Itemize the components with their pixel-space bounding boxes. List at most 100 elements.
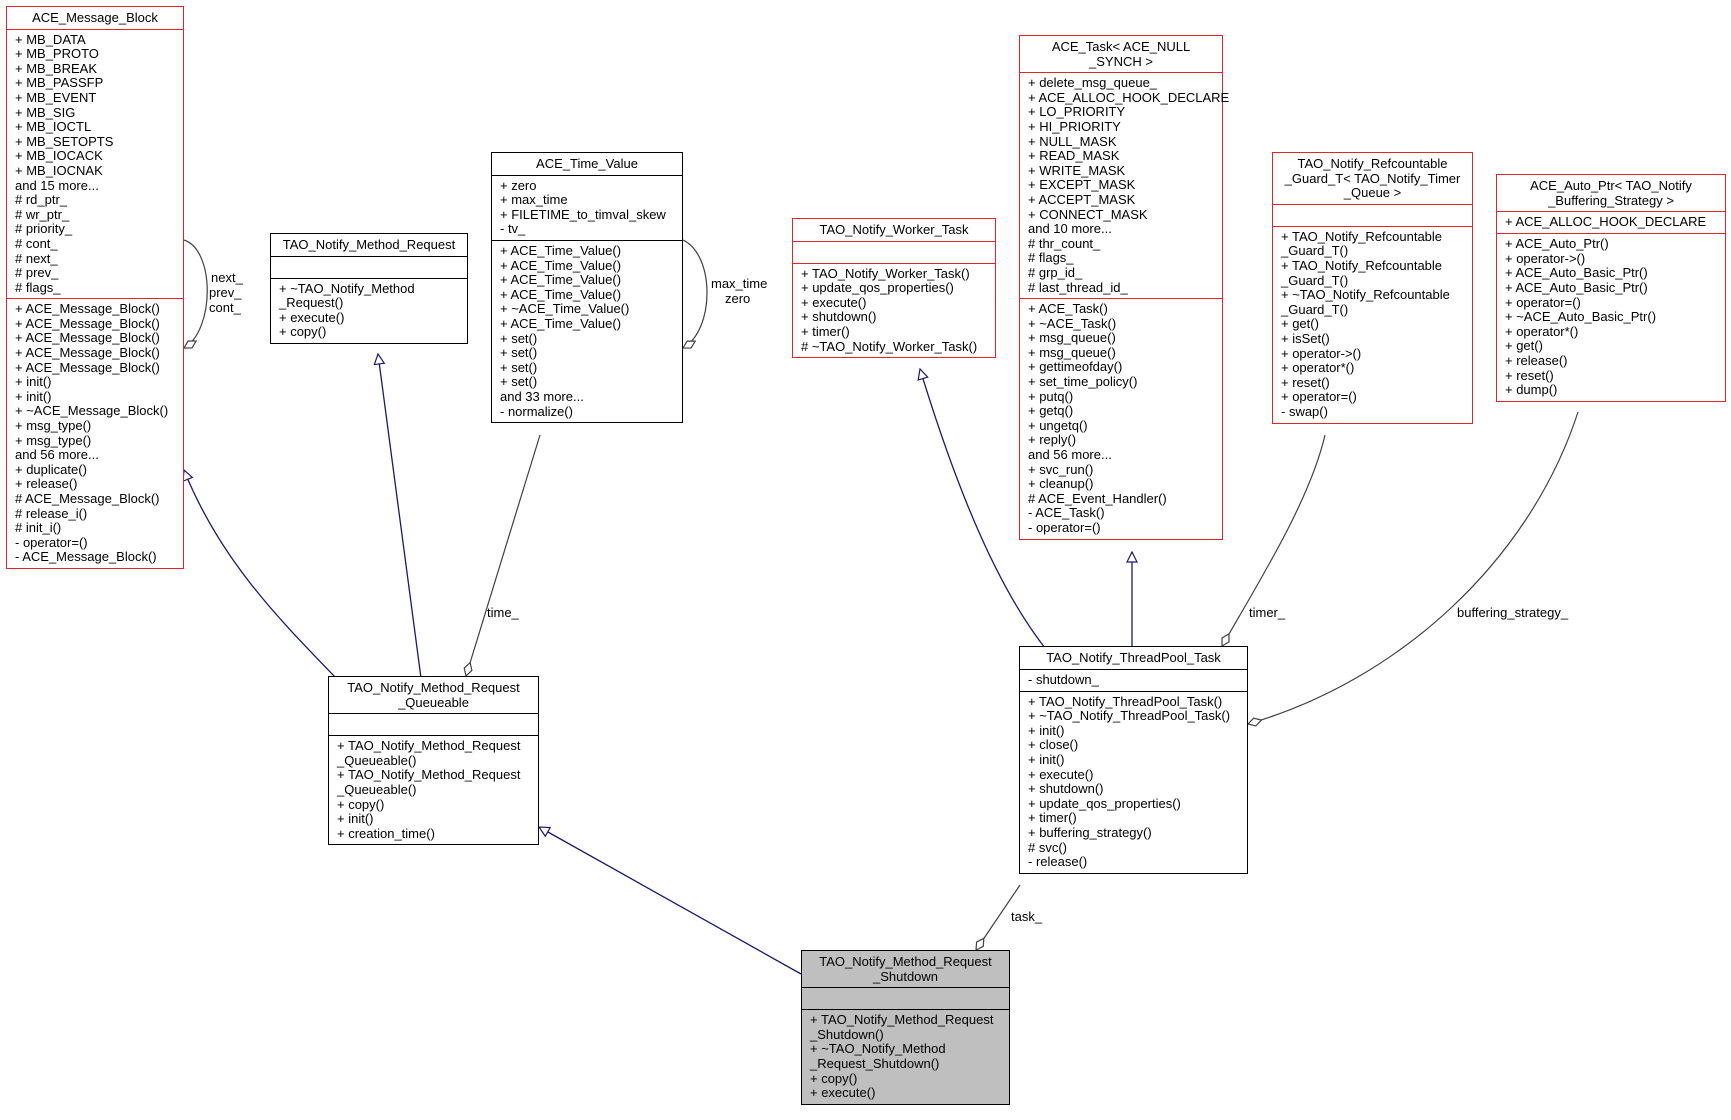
method-item: + ~ACE_Time_Value() bbox=[500, 301, 630, 317]
edge-label-task: task_ bbox=[1011, 909, 1043, 924]
class-tao-notify-worker-task[interactable]: TAO_Notify_Worker_Task + TAO_Notify_Worke… bbox=[792, 218, 996, 359]
class-attributes bbox=[802, 987, 1009, 1009]
method-item: + set() bbox=[500, 330, 538, 346]
attribute-item: + MB_BREAK bbox=[15, 60, 98, 76]
attribute-item: + MB_EVENT bbox=[15, 89, 97, 105]
method-item: # release_i() bbox=[15, 505, 88, 521]
method-item: + svc_run() bbox=[1028, 461, 1094, 477]
inherit-edge-shutdown-to-queueable bbox=[539, 827, 802, 975]
class-tao-notify-threadpool-task[interactable]: TAO_Notify_ThreadPool_Task - shutdown_ + T… bbox=[1019, 646, 1248, 874]
method-item: - normalize() bbox=[500, 403, 573, 419]
method-item: + TAO_Notify_Refcountable _Guard_T() bbox=[1281, 228, 1443, 259]
class-methods: + TAO_Notify_Worker_Task() + update_qos_p… bbox=[793, 262, 995, 358]
inherit-edge-queueable-to-message-block bbox=[184, 470, 337, 679]
attribute-item: + LO_PRIORITY bbox=[1028, 104, 1126, 120]
class-tao-notify-refcountable-guard[interactable]: TAO_Notify_Refcountable _Guard_T< TAO_No… bbox=[1272, 152, 1473, 424]
inherit-edge-queueable-to-method-request bbox=[378, 354, 422, 679]
method-item: + ~TAO_Notify_Method _Request_Shutdown() bbox=[810, 1041, 946, 1071]
class-methods: + ACE_Task() + ~ACE_Task() + msg_queue() + … bbox=[1020, 298, 1222, 539]
method-item: + init() bbox=[15, 374, 52, 390]
method-item: + ACE_Message_Block() bbox=[15, 301, 160, 317]
attribute-item: + MB_IOCNAK bbox=[15, 162, 103, 178]
attribute-item: + READ_MASK bbox=[1028, 148, 1120, 164]
method-item: + ACE_Message_Block() bbox=[15, 315, 160, 331]
class-attributes: + MB_DATA + MB_PROTO + MB_BREAK + MB_PASSFP… bbox=[7, 28, 183, 299]
class-ace-time-value[interactable]: ACE_Time_Value + zero + max_time + FILETIME… bbox=[491, 152, 683, 424]
method-item: + operator=() bbox=[1281, 389, 1357, 405]
method-item: + copy() bbox=[279, 324, 327, 340]
usage-edge-time bbox=[466, 434, 541, 676]
method-item: - operator=() bbox=[15, 534, 88, 550]
class-tao-notify-method-request-shutdown[interactable]: TAO_Notify_Method_Request _Shutdown + TAO… bbox=[801, 950, 1010, 1105]
method-item: + shutdown() bbox=[1028, 781, 1104, 797]
method-item: - ACE_Task() bbox=[1028, 505, 1105, 521]
method-item: - release() bbox=[1028, 854, 1088, 870]
class-tao-notify-method-request[interactable]: TAO_Notify_Method_Request + ~TAO_Notify_M… bbox=[270, 233, 468, 344]
usage-edge-buffering-strategy bbox=[1248, 411, 1579, 724]
edge-label-self-time-value: max_time zero bbox=[711, 276, 771, 306]
class-attributes bbox=[329, 713, 538, 735]
attribute-item: - shutdown_ bbox=[1028, 671, 1099, 687]
attribute-item: + WRITE_MASK bbox=[1028, 162, 1126, 178]
method-item: # svc() bbox=[1028, 839, 1067, 855]
method-item: + update_qos_properties() bbox=[1028, 795, 1181, 811]
method-item: + release() bbox=[15, 476, 78, 492]
class-title: ACE_Auto_Ptr< TAO_Notify _Buffering_Stra… bbox=[1530, 178, 1692, 208]
method-item: + set_time_policy() bbox=[1028, 374, 1138, 390]
method-item: + ~ACE_Task() bbox=[1028, 315, 1117, 331]
method-item: + ACE_Time_Value() bbox=[500, 286, 622, 302]
attribute-item: + MB_DATA bbox=[15, 31, 86, 47]
method-item: + dump() bbox=[1505, 382, 1558, 398]
attribute-item: + MB_PROTO bbox=[15, 46, 99, 62]
class-attributes: + zero + max_time + FILETIME_to_timval_ske… bbox=[492, 174, 682, 240]
edge-label-line: next_ bbox=[211, 270, 244, 285]
method-item: + TAO_Notify_ThreadPool_Task() bbox=[1028, 693, 1223, 709]
class-methods: + TAO_Notify_ThreadPool_Task() + ~TAO_Not… bbox=[1020, 690, 1247, 873]
class-attributes bbox=[1273, 203, 1472, 226]
method-item: and 56 more... bbox=[15, 447, 99, 463]
method-item: + ACE_Message_Block() bbox=[15, 345, 160, 361]
class-tao-notify-method-request-queueable[interactable]: TAO_Notify_Method_Request _Queueable + TA… bbox=[328, 676, 539, 846]
attribute-item: + CONNECT_MASK bbox=[1028, 206, 1148, 222]
method-item: # ~TAO_Notify_Worker_Task() bbox=[801, 338, 978, 354]
attribute-item: # cont_ bbox=[15, 235, 58, 251]
class-title: ACE_Time_Value bbox=[536, 156, 638, 171]
class-ace-auto-ptr[interactable]: ACE_Auto_Ptr< TAO_Notify _Buffering_Stra… bbox=[1496, 174, 1726, 402]
attribute-item: + MB_SETOPTS bbox=[15, 133, 114, 149]
method-item: + reply() bbox=[1028, 432, 1077, 448]
edge-label-line: zero bbox=[725, 291, 750, 306]
edge-label-self-message-block: next_ prev_ cont_ bbox=[209, 270, 246, 315]
attribute-item: # flags_ bbox=[15, 279, 61, 295]
method-item: + msg_type() bbox=[15, 418, 92, 434]
method-item: + operator=() bbox=[1505, 294, 1581, 310]
attribute-item: + MB_SIG bbox=[15, 104, 76, 120]
attribute-item: # next_ bbox=[15, 250, 58, 266]
class-title: ACE_Message_Block bbox=[32, 10, 158, 25]
method-item: + operator->() bbox=[1505, 250, 1586, 266]
edge-label-line: prev_ bbox=[209, 285, 242, 300]
method-item: + execute() bbox=[1028, 766, 1094, 782]
class-attributes: - shutdown_ bbox=[1020, 668, 1247, 691]
method-item: + ACE_Auto_Basic_Ptr() bbox=[1505, 279, 1648, 295]
method-item: + execute() bbox=[801, 294, 867, 310]
class-methods: + ACE_Message_Block() + ACE_Message_Block… bbox=[7, 298, 183, 568]
method-item: + gettimeofday() bbox=[1028, 359, 1123, 375]
method-item: + ~TAO_Notify_Method _Request() bbox=[279, 280, 415, 311]
class-ace-message-block[interactable]: ACE_Message_Block + MB_DATA + MB_PROTO + MB… bbox=[6, 6, 184, 569]
attribute-item: + MB_IOCACK bbox=[15, 148, 103, 164]
attribute-item: + ACE_ALLOC_HOOK_DECLARE bbox=[1028, 89, 1230, 105]
method-item: + operator->() bbox=[1281, 345, 1362, 361]
method-item: + init() bbox=[337, 811, 374, 827]
method-item: + ~ACE_Message_Block() bbox=[15, 403, 169, 419]
method-item: + copy() bbox=[810, 1070, 858, 1086]
class-title: TAO_Notify_Method_Request bbox=[282, 237, 456, 252]
method-item: + isSet() bbox=[1281, 330, 1330, 346]
class-ace-task[interactable]: ACE_Task< ACE_NULL _SYNCH > + delete_msg_… bbox=[1019, 35, 1230, 540]
method-item: - operator=() bbox=[1028, 520, 1101, 535]
method-item: + reset() bbox=[1505, 367, 1554, 383]
edge-label-buffering-strategy: buffering_strategy_ bbox=[1457, 605, 1569, 620]
method-item: + ACE_Time_Value() bbox=[500, 315, 622, 331]
method-item: + ACE_Time_Value() bbox=[500, 272, 622, 288]
method-item: + get() bbox=[1505, 338, 1543, 354]
class-methods: + TAO_Notify_Refcountable _Guard_T() + TA… bbox=[1273, 225, 1472, 423]
